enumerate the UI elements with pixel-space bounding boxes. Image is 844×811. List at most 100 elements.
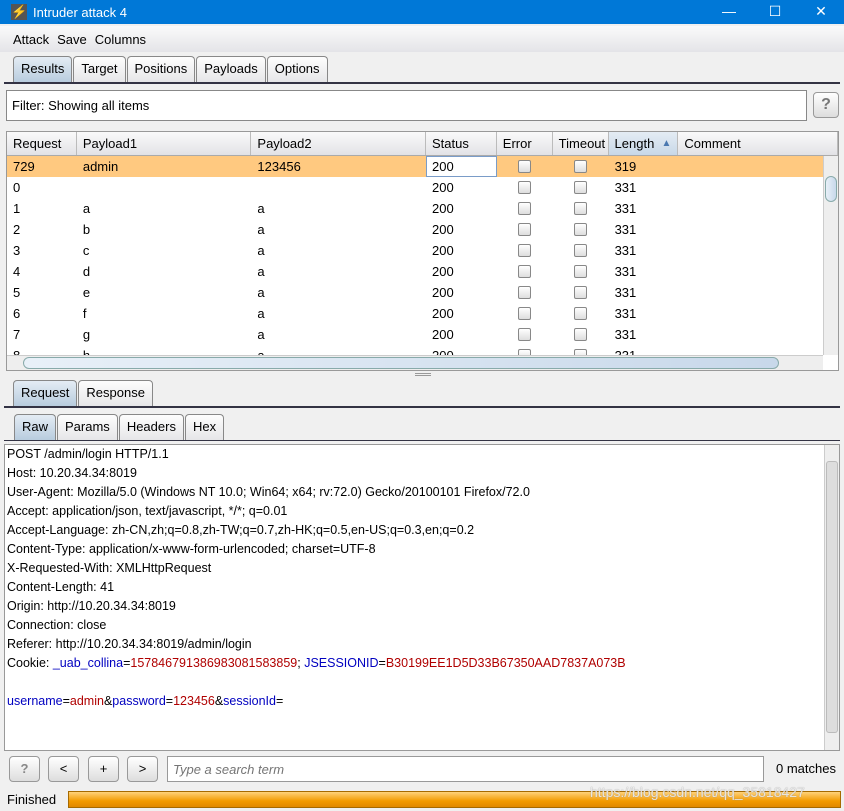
- menu-save[interactable]: Save: [57, 32, 87, 47]
- search-help-button[interactable]: ?: [9, 756, 40, 782]
- table-cell: 123456: [257, 159, 301, 174]
- table-cell: 200: [432, 285, 454, 300]
- previous-button[interactable]: <: [48, 756, 79, 782]
- tab-results[interactable]: Results: [13, 56, 73, 82]
- table-cell: 200: [432, 201, 454, 216]
- checkbox-cell: [497, 324, 553, 345]
- checkbox-cell: [553, 219, 609, 240]
- table-cell: 331: [614, 306, 637, 321]
- checkbox-cell: [553, 156, 609, 177]
- column-header-payload2[interactable]: Payload2: [251, 132, 426, 155]
- error-checkbox[interactable]: [518, 202, 532, 215]
- table-header: Request Payload1 Payload2 Status Error Timeou…: [7, 132, 838, 156]
- request-line: Referer: http://10.20.34.34:8019/admin/l…: [7, 637, 252, 651]
- error-checkbox[interactable]: [518, 160, 532, 173]
- error-checkbox[interactable]: [518, 307, 532, 320]
- column-header-payload1[interactable]: Payload1: [77, 132, 252, 155]
- table-cell: a: [257, 201, 265, 216]
- column-header-timeout[interactable]: Timeout: [553, 132, 609, 155]
- body-line: username=admin&password=123456&sessionId…: [7, 694, 284, 708]
- tab-payloads[interactable]: Payloads: [196, 56, 266, 82]
- maximize-button[interactable]: ☐: [752, 0, 798, 24]
- detail-tabs: Request Response: [13, 380, 154, 406]
- error-checkbox[interactable]: [518, 181, 532, 194]
- vertical-scrollbar[interactable]: [823, 156, 838, 355]
- table-cell: a: [257, 264, 265, 279]
- add-button[interactable]: +: [88, 756, 119, 782]
- error-checkbox[interactable]: [518, 223, 532, 236]
- table-cell: [678, 324, 838, 345]
- table-cell: e: [82, 285, 91, 300]
- table-cell: 3: [13, 243, 21, 258]
- filter-bar[interactable]: Filter: Showing all items: [6, 90, 807, 121]
- timeout-checkbox[interactable]: [574, 286, 588, 299]
- tab-raw[interactable]: Raw: [14, 414, 57, 440]
- next-button[interactable]: >: [127, 756, 158, 782]
- tab-request[interactable]: Request: [13, 380, 78, 406]
- tab-hex[interactable]: Hex: [184, 414, 225, 440]
- results-table: Request Payload1 Payload2 Status Error Timeou…: [6, 131, 839, 371]
- tab-positions[interactable]: Positions: [126, 56, 196, 82]
- timeout-checkbox[interactable]: [574, 202, 588, 215]
- checkbox-cell: [497, 177, 553, 198]
- menu-bar: Attack Save Columns: [0, 26, 844, 52]
- table-cell: 6: [13, 306, 21, 321]
- table-row[interactable]: 6 f a 200 331: [7, 303, 838, 324]
- timeout-checkbox[interactable]: [574, 307, 588, 320]
- checkbox-cell: [497, 282, 553, 303]
- table-cell: d: [82, 264, 91, 279]
- error-checkbox[interactable]: [518, 328, 532, 341]
- timeout-checkbox[interactable]: [574, 328, 588, 341]
- column-header-length[interactable]: Length ▲: [608, 132, 679, 155]
- status-text: Finished: [7, 792, 57, 807]
- table-row[interactable]: 2 b a 200 331: [7, 219, 838, 240]
- table-row[interactable]: 3 c a 200 331: [7, 240, 838, 261]
- request-editor[interactable]: POST /admin/login HTTP/1.1 Host: 10.20.34…: [4, 444, 840, 751]
- horizontal-scrollbar[interactable]: [7, 355, 823, 370]
- tab-options[interactable]: Options: [266, 56, 328, 82]
- minimize-button[interactable]: —: [706, 0, 752, 24]
- close-button[interactable]: ✕: [798, 0, 844, 24]
- checkbox-cell: [497, 156, 553, 177]
- timeout-checkbox[interactable]: [574, 223, 588, 236]
- request-line: X-Requested-With: XMLHttpRequest: [7, 561, 212, 575]
- tab-params[interactable]: Params: [57, 414, 118, 440]
- tab-response[interactable]: Response: [78, 380, 153, 406]
- timeout-checkbox[interactable]: [574, 265, 588, 278]
- column-header-comment[interactable]: Comment: [678, 132, 838, 155]
- timeout-checkbox[interactable]: [574, 244, 588, 257]
- table-row[interactable]: 5 e a 200 331: [7, 282, 838, 303]
- error-checkbox[interactable]: [518, 286, 532, 299]
- error-checkbox[interactable]: [518, 265, 532, 278]
- table-row[interactable]: 7 g a 200 331: [7, 324, 838, 345]
- tab-headers[interactable]: Headers: [118, 414, 184, 440]
- timeout-checkbox[interactable]: [574, 181, 588, 194]
- request-line: Accept-Language: zh-CN,zh;q=0.8,zh-TW;q=…: [7, 523, 475, 537]
- column-header-request[interactable]: Request: [7, 132, 77, 155]
- table-row[interactable]: 0 200 331: [7, 177, 838, 198]
- request-line: Content-Length: 41: [7, 580, 115, 594]
- table-cell: 5: [13, 285, 21, 300]
- table-cell: 200: [432, 327, 454, 342]
- main-tabs: Results Target Positions Payloads Option…: [13, 56, 329, 82]
- table-row[interactable]: 1 a a 200 331: [7, 198, 838, 219]
- timeout-checkbox[interactable]: [574, 160, 588, 173]
- table-row[interactable]: 729 admin 123456 200 319: [7, 156, 838, 177]
- search-input[interactable]: [173, 757, 763, 781]
- table-row[interactable]: 4 d a 200 331: [7, 261, 838, 282]
- column-header-status[interactable]: Status: [426, 132, 497, 155]
- column-header-error[interactable]: Error: [497, 132, 553, 155]
- menu-attack[interactable]: Attack: [13, 32, 49, 47]
- menu-columns[interactable]: Columns: [95, 32, 146, 47]
- table-cell: 319: [614, 159, 637, 174]
- burp-logo-icon: ⚡: [11, 4, 28, 20]
- tab-target[interactable]: Target: [73, 56, 126, 82]
- help-button[interactable]: ?: [813, 92, 839, 118]
- error-checkbox[interactable]: [518, 244, 532, 257]
- request-line: Host: 10.20.34.34:8019: [7, 466, 137, 480]
- table-cell: 200: [426, 156, 497, 177]
- divider: [4, 440, 840, 441]
- table-cell: 729: [13, 159, 35, 174]
- split-handle[interactable]: [415, 373, 431, 376]
- editor-scrollbar[interactable]: [824, 445, 839, 750]
